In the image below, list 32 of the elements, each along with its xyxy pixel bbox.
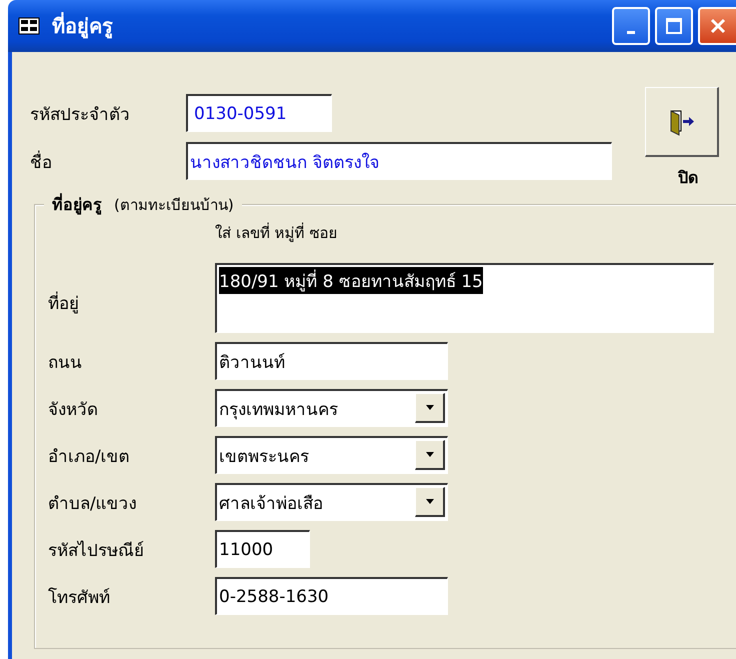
form-icon [18, 17, 40, 35]
maximize-button[interactable] [655, 7, 693, 45]
dropdown[interactable]: กรุงเทพมหานคร [215, 389, 448, 427]
dropdown[interactable]: เขตพระนคร [215, 436, 448, 474]
close-button[interactable] [698, 7, 736, 45]
field-label: จังหวัด [48, 398, 99, 422]
door-exit-icon [668, 108, 694, 136]
input-field[interactable]: นางสาวชิดชนก จิตตรงใจ [186, 142, 612, 180]
group-title: ที่อยู่ครู [52, 192, 102, 217]
input-field[interactable]: ติวานนท์ [215, 342, 448, 380]
field-label: รหัสประจำตัว [30, 104, 131, 126]
minimize-button[interactable] [612, 7, 650, 45]
input-field[interactable]: 11000 [215, 530, 310, 568]
field-label: อำเภอ/เขต [48, 446, 131, 468]
exit-label: ปิด [678, 167, 698, 189]
field-label: ที่อยู่ [48, 290, 80, 316]
field-label: ชื่อ [30, 150, 53, 174]
input-field[interactable]: 0130-0591 [186, 94, 332, 132]
field-label: โทรศัพท์ [48, 586, 111, 610]
close-icon [709, 17, 727, 35]
maximize-icon [665, 17, 683, 35]
minimize-icon [627, 30, 635, 34]
input-field[interactable]: 0-2588-1630 [215, 577, 448, 615]
hint-text: ใส่ เลขที่ หมู่ที่ ซอย [215, 222, 338, 244]
field-label: ตำบล/แขวง [48, 492, 138, 516]
field-label: รหัสไปรษณีย์ [48, 540, 145, 562]
window-title: ที่อยู่ครู [52, 11, 113, 40]
exit-button[interactable] [645, 87, 719, 157]
field-label: ถนน [48, 352, 83, 374]
dropdown[interactable]: ศาลเจ้าพ่อเสือ [215, 483, 448, 521]
group-subtitle: (ตามทะเบียนบ้าน) [114, 194, 234, 216]
address-text-area[interactable]: 180/91 หมู่ที่ 8 ซอยทานสัมฤทธ์ 15 [215, 263, 714, 333]
